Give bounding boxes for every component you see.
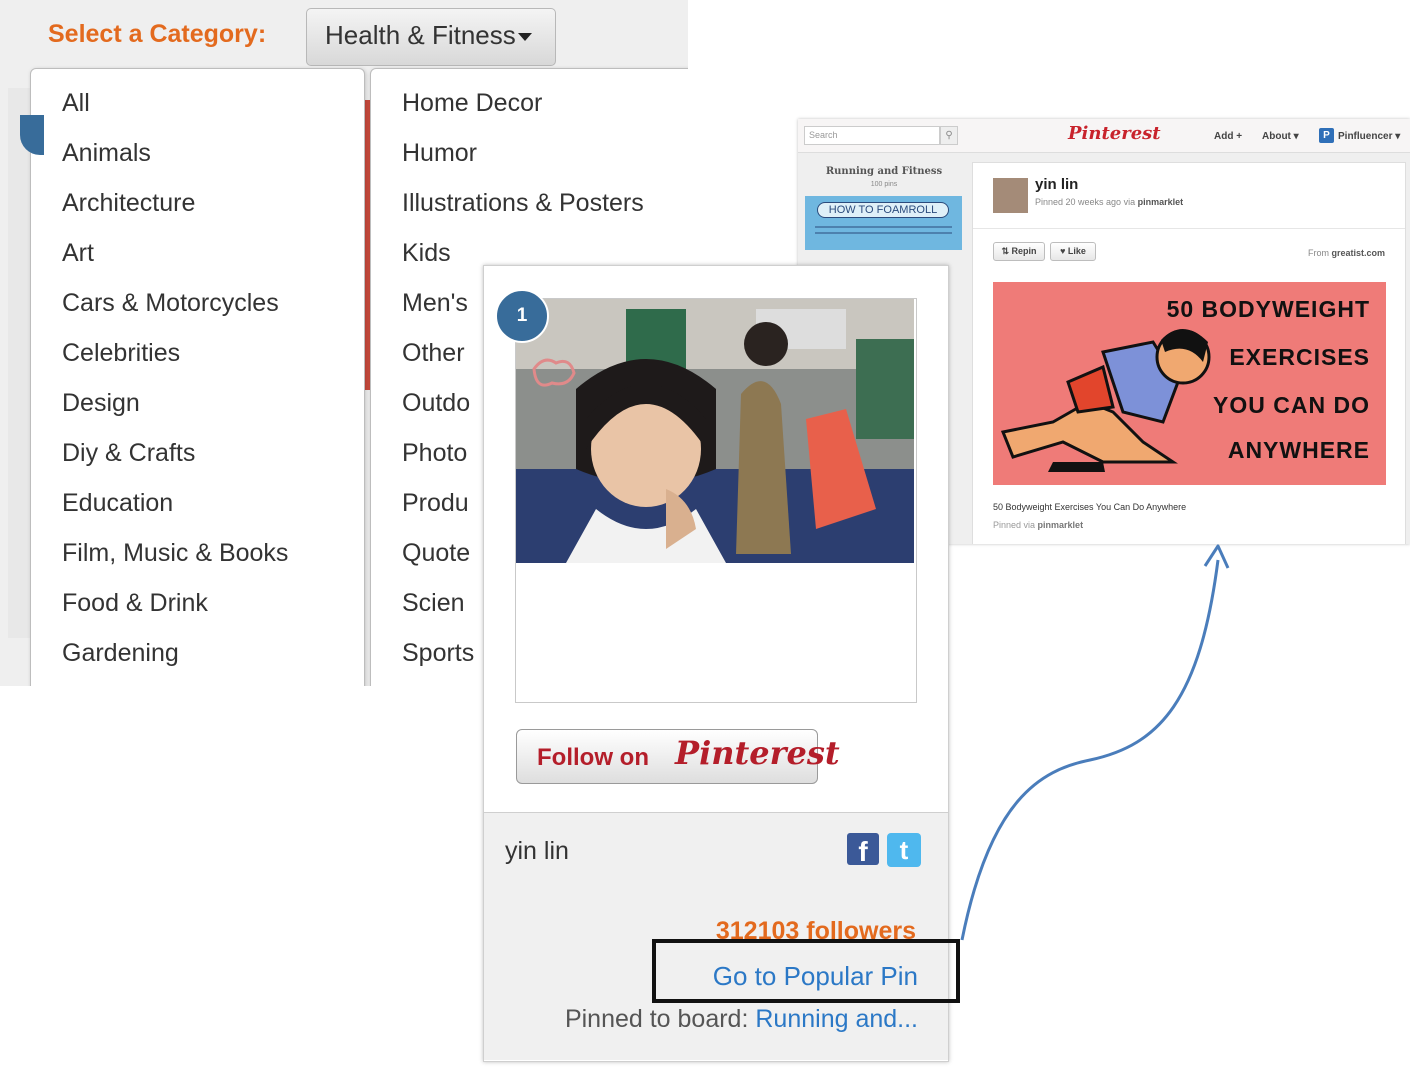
thumbnail-text-line: [815, 226, 952, 228]
avatar[interactable]: [993, 178, 1028, 213]
follow-button-label: Follow on: [537, 744, 649, 771]
search-icon[interactable]: ⚲: [940, 126, 958, 145]
pin-detail-card: yin lin Pinned 20 weeks ago via pinmarkl…: [972, 162, 1406, 544]
pin-source-domain[interactable]: greatist.com: [1331, 248, 1385, 258]
arrow-curve: [960, 559, 1220, 941]
user-menu[interactable]: Pinfluencer ▾: [1338, 131, 1400, 142]
category-item-home-decor[interactable]: Home Decor: [402, 87, 688, 137]
board-link[interactable]: Running and...: [755, 1005, 918, 1033]
pinterest-header: Search ⚲ Pinterest Add + About ▾ P Pinfl…: [798, 119, 1410, 153]
pinner-name[interactable]: yin lin: [1035, 176, 1078, 193]
pin-image-text: YOU CAN DO: [1213, 392, 1370, 418]
add-menu-label: Add: [1214, 131, 1234, 142]
thumbnail-text-line: [815, 232, 952, 234]
repin-icon: ⇅: [1001, 246, 1009, 256]
category-selected-value: Health & Fitness: [325, 20, 516, 50]
pin-via-prefix: Pinned via: [993, 520, 1036, 530]
chevron-down-icon: ▾: [1293, 131, 1299, 142]
category-item-architecture[interactable]: Architecture: [62, 187, 364, 237]
facebook-icon[interactable]: f: [847, 833, 879, 865]
category-item-gardening[interactable]: Gardening: [62, 637, 364, 686]
highlight-box: [652, 939, 960, 1003]
heart-icon: ♥: [1060, 246, 1066, 256]
twitter-icon[interactable]: t: [887, 833, 921, 867]
category-item-humor[interactable]: Humor: [402, 137, 688, 187]
search-input[interactable]: Search: [804, 126, 940, 145]
pinned-to-label: Pinned to board:: [564, 1005, 749, 1033]
category-item-education[interactable]: Education: [62, 487, 364, 537]
pin-via-source[interactable]: pinmarklet: [1038, 520, 1084, 530]
pinned-to-board: Pinned to board: Running and...: [565, 1005, 918, 1034]
board-thumbnail[interactable]: HOW TO FOAMROLL: [805, 196, 962, 250]
chevron-down-icon: [517, 33, 532, 42]
category-item-cars-motorcycles[interactable]: Cars & Motorcycles: [62, 287, 364, 337]
pinterest-logo[interactable]: Pinterest: [1068, 123, 1161, 144]
repin-button[interactable]: ⇅ Repin: [993, 242, 1045, 261]
pin-image-text: EXERCISES: [1229, 344, 1370, 370]
divider: [973, 228, 1405, 229]
pinterest-logo: Pinterest: [675, 734, 840, 772]
like-button[interactable]: ♥ Like: [1050, 242, 1096, 261]
add-menu[interactable]: Add +: [1214, 131, 1242, 142]
pin-photo[interactable]: [516, 299, 914, 563]
follow-on-pinterest-button[interactable]: Follow on Pinterest: [516, 729, 840, 784]
pin-meta-source[interactable]: pinmarklet: [1138, 197, 1184, 207]
repin-label: Repin: [1011, 246, 1037, 256]
pin-image[interactable]: 50 BODYWEIGHT EXERCISES YOU CAN DO ANYWH…: [993, 282, 1386, 485]
category-menu-left: All Animals Architecture Art Cars & Moto…: [30, 68, 365, 686]
category-item-animals[interactable]: Animals: [62, 137, 364, 187]
user-avatar-icon[interactable]: P: [1319, 128, 1334, 143]
about-menu[interactable]: About ▾: [1262, 131, 1299, 142]
category-item-art[interactable]: Art: [62, 237, 364, 287]
category-item-food-drink[interactable]: Food & Drink: [62, 587, 364, 637]
user-menu-label: Pinfluencer: [1338, 131, 1393, 142]
category-label: Select a Category:: [48, 20, 267, 48]
pin-caption: 50 Bodyweight Exercises You Can Do Anywh…: [993, 502, 1187, 512]
category-item-illustrations[interactable]: Illustrations & Posters: [402, 187, 688, 237]
category-item-celebrities[interactable]: Celebrities: [62, 337, 364, 387]
pin-photo-frame[interactable]: [515, 298, 917, 703]
category-item-design[interactable]: Design: [62, 387, 364, 437]
board-thumbnail-text: HOW TO FOAMROLL: [817, 202, 949, 218]
background-sliver: [8, 88, 30, 638]
category-item-film-music-books[interactable]: Film, Music & Books: [62, 537, 364, 587]
user-row: yin lin f t: [484, 812, 948, 888]
pin-meta: Pinned 20 weeks ago via pinmarklet: [1035, 197, 1183, 207]
rank-badge: 1: [495, 289, 549, 343]
board-pin-count: 100 pins: [870, 181, 898, 188]
pin-source-prefix: From: [1307, 248, 1329, 258]
pin-image-text: ANYWHERE: [1227, 437, 1370, 463]
arrow-head: [1203, 544, 1230, 569]
category-item-diy-crafts[interactable]: Diy & Crafts: [62, 437, 364, 487]
pin-meta-text: Pinned 20 weeks ago via: [1035, 197, 1136, 207]
chevron-down-icon: ▾: [1395, 131, 1401, 142]
plus-icon: +: [1236, 131, 1243, 142]
user-name[interactable]: yin lin: [505, 837, 569, 866]
pin-via: Pinned via pinmarklet: [993, 520, 1083, 530]
like-label: Like: [1067, 246, 1086, 256]
category-item-all[interactable]: All: [62, 87, 364, 137]
pin-photo-image: [516, 299, 914, 563]
exercise-illustration: [1000, 328, 1211, 472]
category-dropdown[interactable]: Health & Fitness: [306, 8, 556, 66]
board-title[interactable]: Running and Fitness: [802, 166, 966, 177]
pin-source: From greatist.com: [1308, 248, 1385, 258]
about-menu-label: About: [1262, 131, 1291, 142]
